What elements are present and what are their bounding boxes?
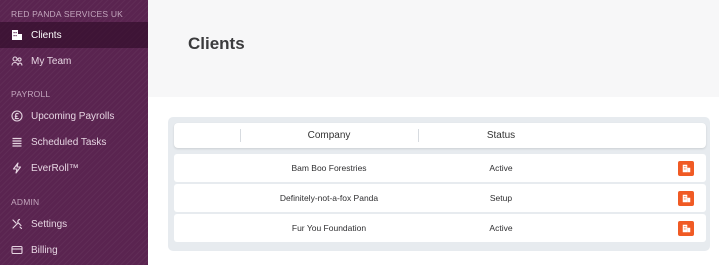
- section-title-payroll: PAYROLL: [11, 89, 51, 99]
- sidebar-item-label: My Team: [31, 55, 72, 67]
- clients-table: Company Status Bam Boo Forestries Active…: [168, 117, 710, 251]
- open-client-button[interactable]: [678, 221, 694, 236]
- sidebar-item-everroll[interactable]: EverRoll™: [0, 155, 148, 181]
- open-client-button[interactable]: [678, 161, 694, 176]
- team-icon: [11, 55, 23, 67]
- table-row[interactable]: Fur You Foundation Active: [174, 214, 706, 242]
- sidebar-item-scheduled-tasks[interactable]: Scheduled Tasks: [0, 129, 148, 155]
- status-cell: Active: [489, 163, 513, 173]
- list-icon: [11, 136, 23, 148]
- building-icon: [682, 194, 690, 203]
- sidebar-item-upcoming-payrolls[interactable]: Upcoming Payrolls: [0, 103, 148, 129]
- table-row[interactable]: Definitely-not-a-fox Panda Setup: [174, 184, 706, 212]
- sidebar-item-label: Settings: [31, 218, 68, 230]
- page-title: Clients: [188, 34, 245, 53]
- sidebar: RED PANDA SERVICES UK Clients My Team PA…: [0, 0, 148, 265]
- sidebar-item-label: EverRoll™: [31, 162, 79, 174]
- sidebar-item-label: Scheduled Tasks: [31, 136, 107, 148]
- sidebar-item-my-team[interactable]: My Team: [0, 48, 148, 74]
- card-icon: [11, 244, 23, 256]
- org-name: RED PANDA SERVICES UK: [11, 9, 124, 19]
- main-content: Company Status Bam Boo Forestries Active…: [148, 97, 719, 265]
- building-icon: [11, 29, 23, 41]
- building-icon: [682, 224, 690, 233]
- sidebar-item-label: Clients: [31, 29, 62, 41]
- sidebar-item-label: Billing: [31, 244, 58, 256]
- building-icon: [682, 164, 690, 173]
- sidebar-item-settings[interactable]: Settings: [0, 211, 148, 237]
- company-cell: Bam Boo Forestries: [291, 163, 367, 173]
- status-cell: Setup: [489, 193, 513, 203]
- page-header: Clients: [148, 0, 719, 97]
- bolt-icon: [11, 162, 23, 174]
- company-cell: Fur You Foundation: [291, 223, 367, 233]
- tools-icon: [11, 218, 23, 230]
- currency-icon: [11, 110, 23, 122]
- sidebar-item-label: Upcoming Payrolls: [31, 110, 115, 122]
- sidebar-item-clients[interactable]: Clients: [0, 22, 148, 48]
- company-cell: Definitely-not-a-fox Panda: [279, 193, 379, 203]
- sidebar-item-billing[interactable]: Billing: [0, 237, 148, 263]
- open-client-button[interactable]: [678, 191, 694, 206]
- column-header-company[interactable]: Company: [240, 123, 418, 148]
- column-header-status[interactable]: Status: [418, 123, 584, 148]
- table-row[interactable]: Bam Boo Forestries Active: [174, 154, 706, 182]
- section-title-admin: ADMIN: [11, 197, 40, 207]
- status-cell: Active: [489, 223, 513, 233]
- table-header: Company Status: [174, 123, 706, 148]
